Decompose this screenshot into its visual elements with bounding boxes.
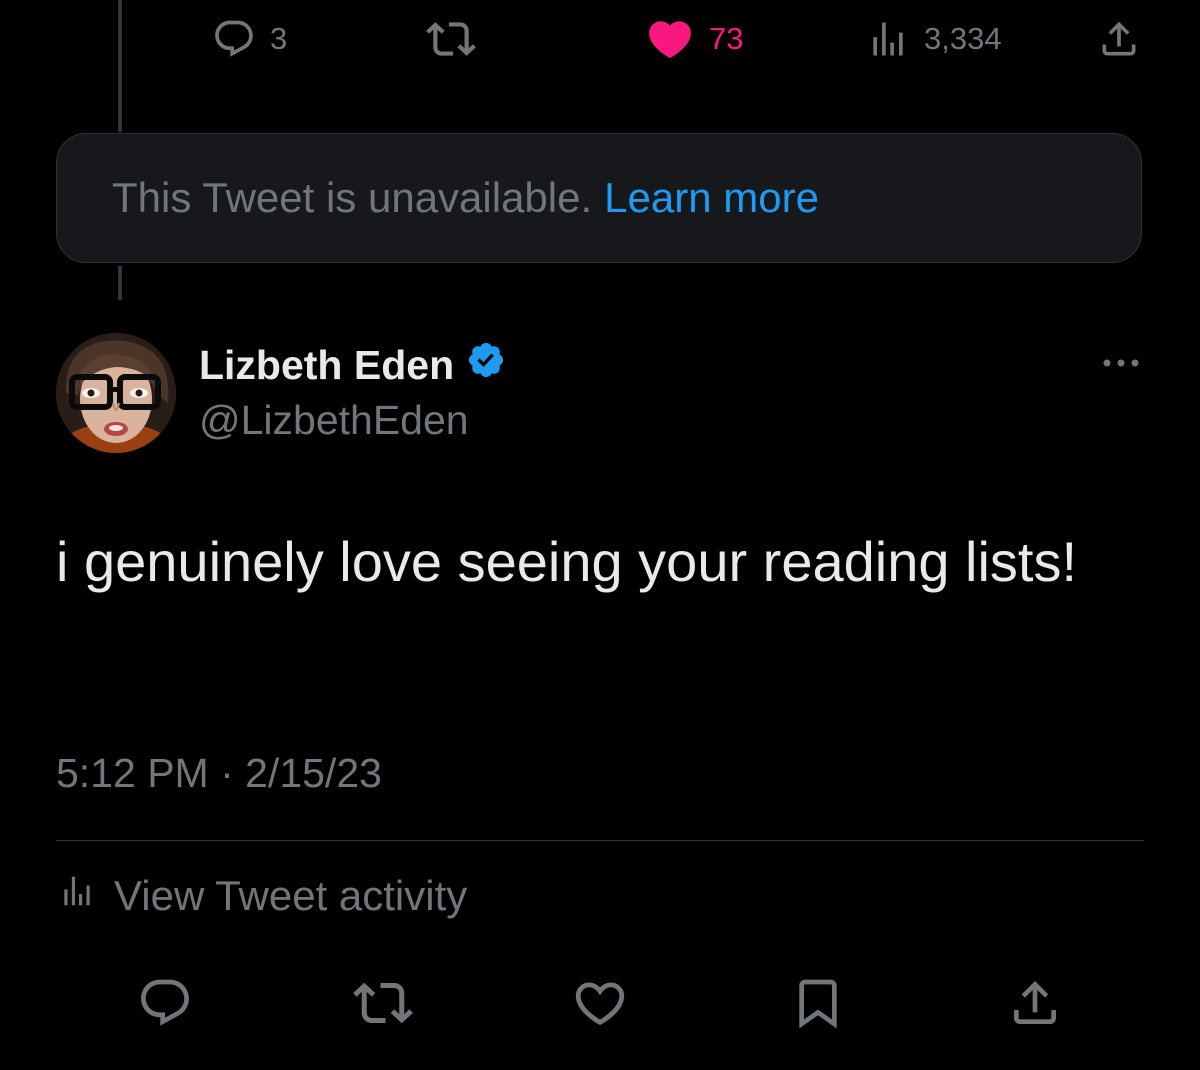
reply-icon — [137, 975, 193, 1036]
share-icon — [1097, 17, 1141, 61]
views-chart-icon — [866, 17, 910, 61]
author-name-row[interactable]: Lizbeth Eden — [199, 340, 506, 390]
author-handle[interactable]: @LizbethEden — [199, 397, 469, 444]
divider — [56, 840, 1144, 841]
more-dots-icon — [1101, 356, 1141, 374]
like-button[interactable] — [570, 975, 630, 1035]
view-tweet-activity-label: View Tweet activity — [114, 872, 468, 919]
parent-view-count: 3,334 — [924, 21, 1002, 56]
parent-like-count: 73 — [709, 21, 744, 56]
reply-button[interactable] — [135, 975, 195, 1035]
parent-reply-button[interactable]: 3 — [212, 14, 287, 64]
avatar-image — [56, 333, 176, 453]
parent-reply-count: 3 — [270, 21, 288, 56]
verified-badge-icon — [466, 340, 506, 390]
tweet-action-bar — [0, 975, 1200, 1035]
retweet-icon — [426, 14, 476, 64]
heart-icon — [571, 974, 629, 1037]
thread-line-mid — [118, 266, 122, 300]
tweet-timestamp[interactable]: 5:12 PM · 2/15/23 — [56, 750, 382, 797]
parent-like-button[interactable]: 73 — [645, 14, 743, 64]
parent-views-button[interactable]: 3,334 — [866, 14, 1002, 64]
avatar[interactable] — [56, 333, 176, 453]
reply-icon — [212, 17, 256, 61]
heart-icon — [645, 14, 695, 64]
unavailable-tweet-card: This Tweet is unavailable. Learn more — [56, 133, 1142, 263]
parent-share-button[interactable] — [1097, 14, 1141, 64]
unavailable-message: This Tweet is unavailable. — [112, 174, 593, 221]
view-tweet-activity-link[interactable]: View Tweet activity — [58, 872, 467, 920]
author-name: Lizbeth Eden — [199, 341, 455, 388]
views-chart-icon — [58, 872, 96, 920]
bookmark-button[interactable] — [788, 975, 848, 1035]
more-options-button[interactable] — [1096, 348, 1146, 382]
tweet-text: i genuinely love seeing your reading lis… — [56, 530, 1078, 593]
retweet-icon — [353, 973, 413, 1038]
share-icon — [1007, 975, 1063, 1036]
parent-tweet-actions: 3 73 3,334 — [0, 0, 1200, 80]
bookmark-icon — [790, 975, 846, 1036]
parent-retweet-button[interactable] — [426, 14, 476, 64]
learn-more-link[interactable]: Learn more — [604, 174, 819, 222]
retweet-button[interactable] — [353, 975, 413, 1035]
share-button[interactable] — [1005, 975, 1065, 1035]
